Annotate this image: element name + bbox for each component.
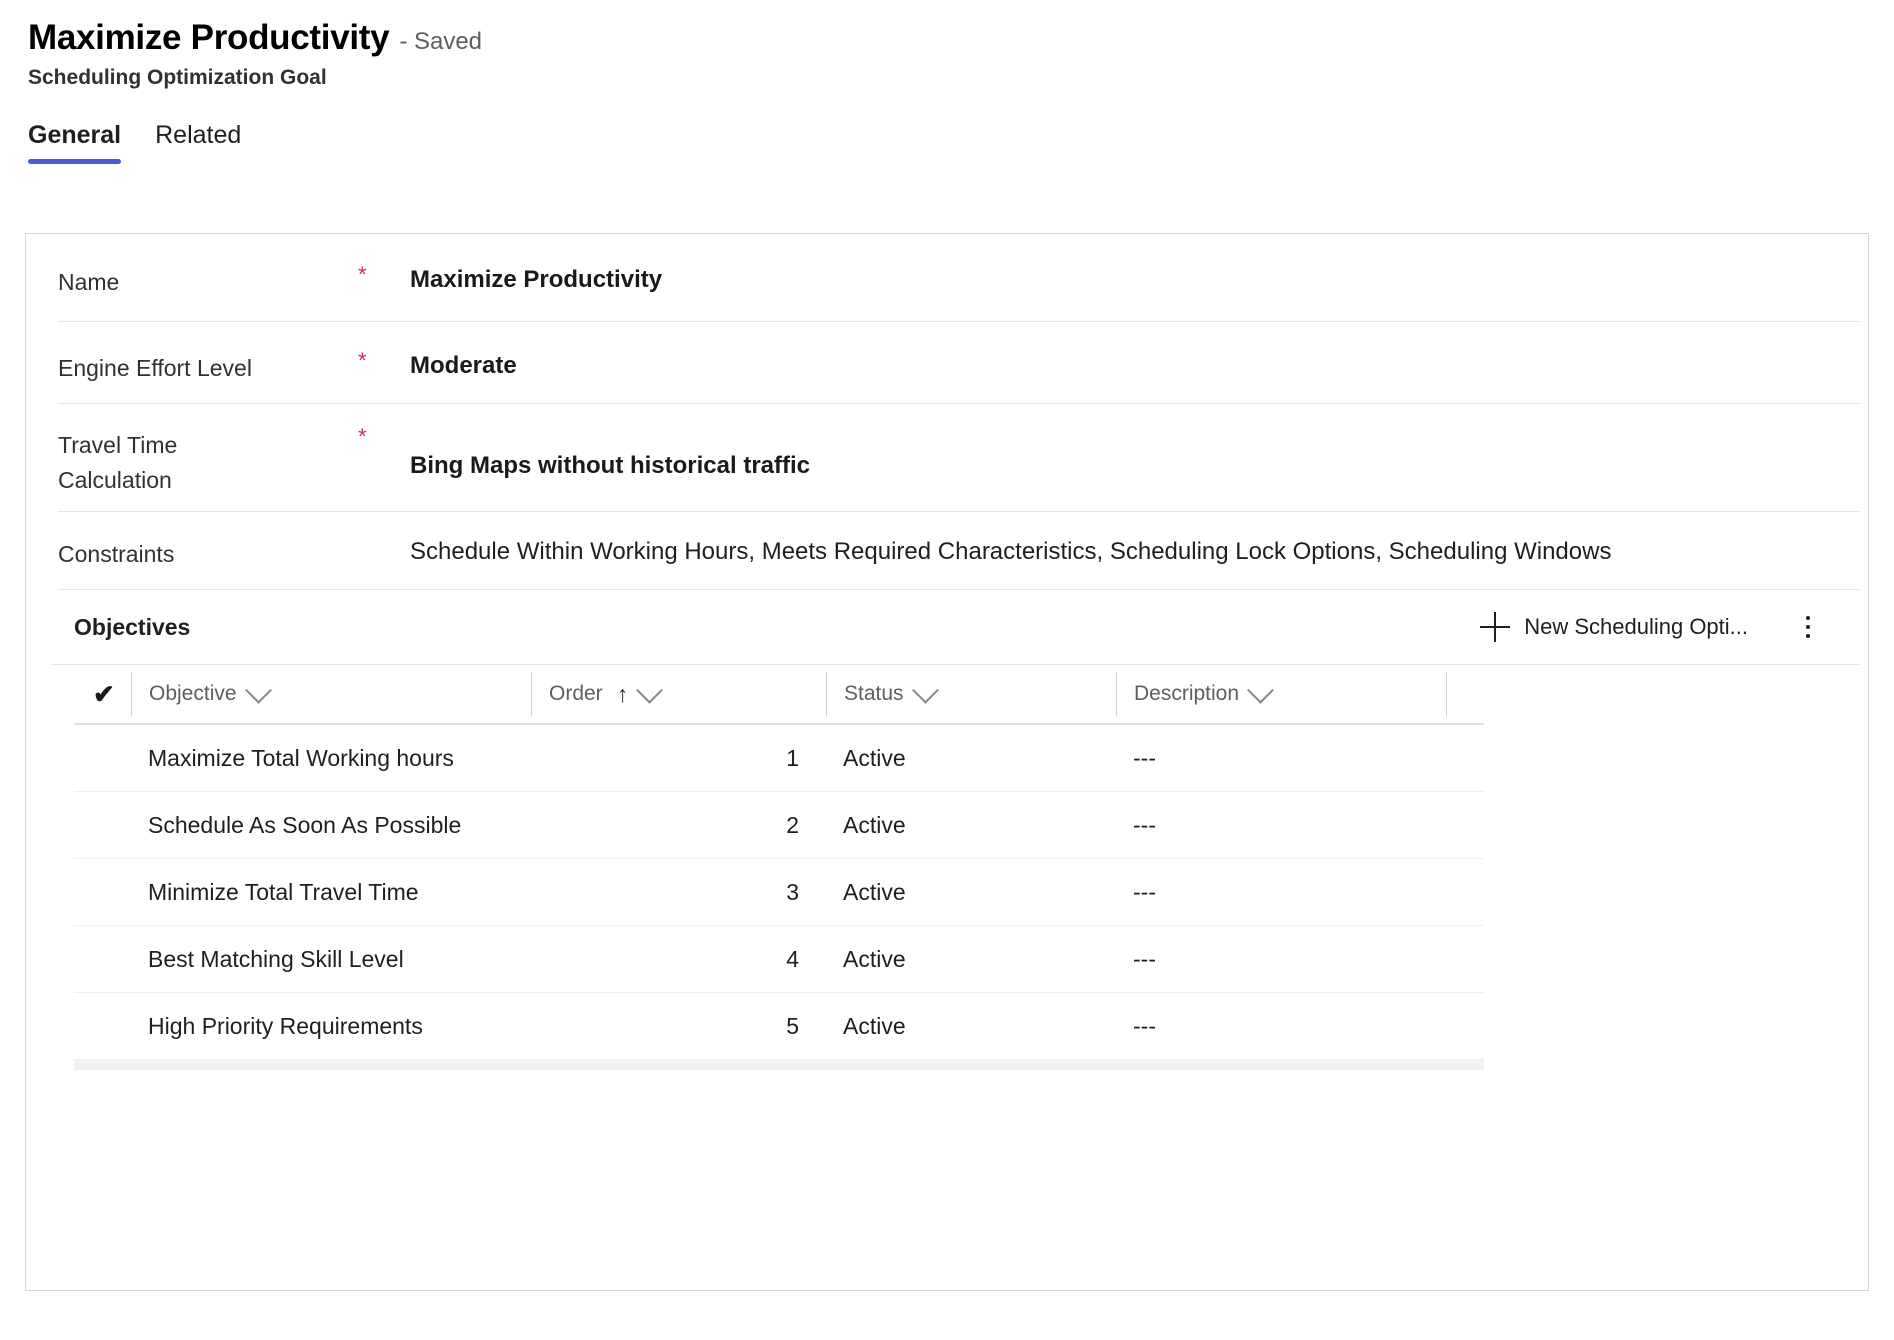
table-row[interactable]: Best Matching Skill Level 4 Active ---	[74, 926, 1484, 993]
field-row-name: Name * Maximize Productivity	[58, 234, 1860, 322]
column-header-description[interactable]: Description	[1116, 672, 1446, 716]
cell-status: Active	[843, 945, 906, 972]
cell-description: ---	[1133, 878, 1156, 905]
column-header-status-label: Status	[844, 682, 904, 705]
column-header-objective-label: Objective	[149, 682, 237, 705]
field-label-engine-effort-level: Engine Effort Level	[58, 355, 252, 381]
more-dot-2	[1806, 625, 1810, 629]
grid-header-row: ✔ Objective Order ↑ Status Description	[74, 665, 1484, 725]
objectives-title: Objectives	[74, 613, 191, 640]
table-row[interactable]: High Priority Requirements 5 Active ---	[74, 993, 1484, 1060]
sort-ascending-icon: ↑	[616, 680, 629, 707]
required-marker-travel-time-calculation: *	[358, 424, 367, 449]
tab-related[interactable]: Related	[155, 122, 241, 164]
cell-order: 1	[786, 744, 799, 771]
cell-status: Active	[843, 878, 906, 905]
table-row[interactable]: Schedule As Soon As Possible 2 Active --…	[74, 792, 1484, 859]
cell-objective: Best Matching Skill Level	[148, 945, 404, 972]
objectives-grid: ✔ Objective Order ↑ Status Description M…	[74, 665, 1484, 1060]
column-header-status[interactable]: Status	[826, 672, 1116, 716]
cell-description: ---	[1133, 811, 1156, 838]
field-label-travel-time-calculation: Travel Time Calculation	[58, 424, 358, 497]
cell-order: 3	[786, 878, 799, 905]
form-card: Name * Maximize Productivity Engine Effo…	[25, 233, 1869, 1291]
field-label-travel-time-line2: Calculation	[58, 466, 172, 493]
page-title: Maximize Productivity	[28, 18, 390, 57]
chevron-down-icon	[244, 676, 272, 704]
column-header-order-label: Order	[549, 682, 603, 705]
required-marker-constraints	[358, 534, 410, 536]
field-row-constraints: Constraints Schedule Within Working Hour…	[58, 512, 1860, 590]
required-marker-name: *	[358, 262, 367, 287]
cell-status: Active	[843, 744, 906, 771]
cell-status: Active	[843, 811, 906, 838]
column-header-description-label: Description	[1134, 682, 1240, 705]
column-header-spacer	[1446, 672, 1484, 716]
more-vertical-icon[interactable]	[1786, 605, 1830, 649]
plus-icon	[1480, 612, 1511, 642]
new-scheduling-optimization-objective-button[interactable]: New Scheduling Opti...	[1470, 606, 1758, 648]
field-label-name: Name	[58, 269, 120, 295]
grid-footer-rule	[74, 1060, 1484, 1070]
cell-order: 2	[786, 811, 799, 838]
objectives-subgrid: Objectives New Scheduling Opti... ✔ Obje…	[51, 590, 1860, 1070]
field-section: Name * Maximize Productivity Engine Effo…	[26, 234, 1868, 590]
field-value-name[interactable]: Maximize Productivity	[410, 262, 1860, 296]
checkmark-icon: ✔	[93, 679, 115, 709]
cell-objective: Maximize Total Working hours	[148, 744, 454, 771]
objectives-command-bar: New Scheduling Opti...	[1470, 605, 1830, 649]
objectives-subgrid-header: Objectives New Scheduling Opti...	[51, 590, 1860, 665]
select-all-checkbox[interactable]: ✔	[74, 672, 131, 716]
field-label-travel-time-line1: Travel Time	[58, 432, 178, 458]
chevron-down-icon	[636, 676, 664, 704]
tabstrip: General Related	[28, 122, 1894, 164]
cell-objective: High Priority Requirements	[148, 1012, 423, 1039]
title-line: Maximize Productivity - Saved	[28, 18, 1894, 58]
page-header: Maximize Productivity - Saved Scheduling…	[0, 0, 1894, 90]
table-row[interactable]: Maximize Total Working hours 1 Active --…	[74, 725, 1484, 792]
cell-description: ---	[1133, 744, 1156, 771]
cell-order: 4	[786, 945, 799, 972]
chevron-down-icon	[1247, 676, 1274, 704]
more-dot-3	[1806, 634, 1810, 638]
column-header-objective[interactable]: Objective	[131, 672, 531, 716]
field-label-constraints: Constraints	[58, 541, 175, 567]
more-dot-1	[1806, 616, 1810, 620]
cell-status: Active	[843, 1012, 906, 1039]
field-row-travel-time-calculation: Travel Time Calculation * Bing Maps with…	[58, 404, 1860, 512]
entity-type-subtitle: Scheduling Optimization Goal	[28, 66, 327, 90]
field-value-engine-effort-level[interactable]: Moderate	[410, 348, 1860, 382]
table-row[interactable]: Minimize Total Travel Time 3 Active ---	[74, 859, 1484, 926]
field-row-engine-effort-level: Engine Effort Level * Moderate	[58, 322, 1860, 404]
save-status-label: - Saved	[399, 28, 483, 55]
cell-objective: Minimize Total Travel Time	[148, 878, 419, 905]
cell-objective: Schedule As Soon As Possible	[148, 811, 462, 838]
required-marker-engine-effort-level: *	[358, 348, 367, 373]
cell-order: 5	[786, 1012, 799, 1039]
tab-general-label: General	[28, 121, 122, 150]
tab-general[interactable]: General	[28, 121, 122, 164]
cell-description: ---	[1133, 1012, 1156, 1039]
tab-related-label: Related	[155, 121, 242, 150]
column-header-order[interactable]: Order ↑	[531, 672, 826, 716]
field-value-constraints[interactable]: Schedule Within Working Hours, Meets Req…	[410, 534, 1860, 568]
chevron-down-icon	[911, 676, 939, 704]
new-button-label: New Scheduling Opti...	[1524, 614, 1748, 639]
cell-description: ---	[1133, 945, 1156, 972]
field-value-travel-time-calculation[interactable]: Bing Maps without historical traffic	[410, 424, 1860, 482]
